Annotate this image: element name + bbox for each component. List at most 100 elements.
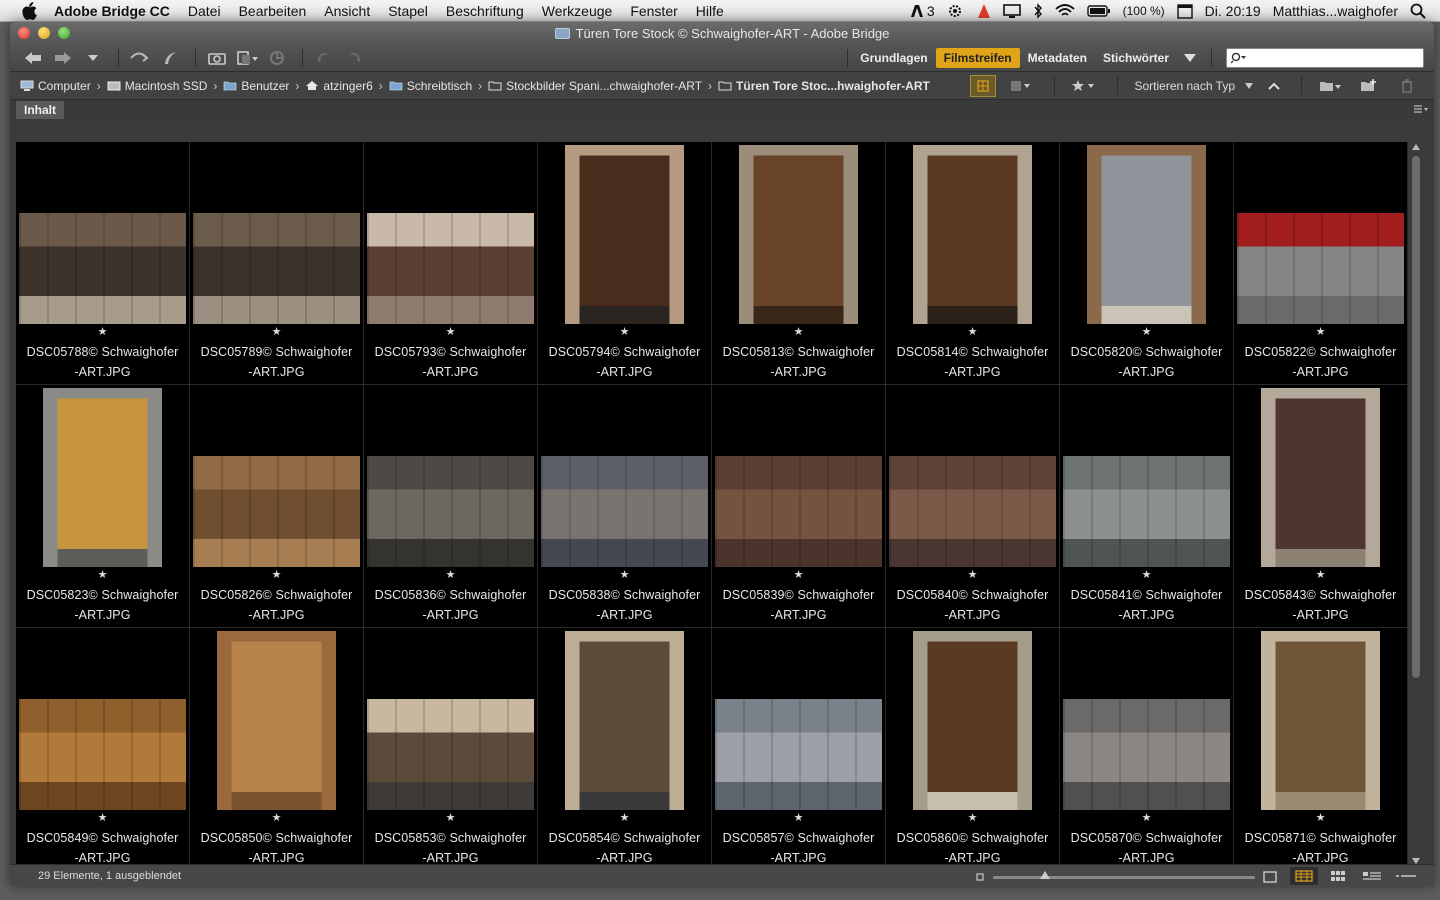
title-bar[interactable]: Türen Tore Stock © Schwaighofer-ART - Ad… bbox=[10, 22, 1434, 44]
chevron-right-icon[interactable]: › bbox=[708, 79, 712, 93]
thumbnail-filename[interactable]: DSC05820© Schwaighofer -ART.JPG bbox=[1060, 342, 1233, 382]
rating-star-icon[interactable]: ★ bbox=[1234, 812, 1407, 824]
user-name[interactable]: Matthias...waighofer bbox=[1273, 3, 1398, 19]
door-photo-thumbnail[interactable] bbox=[913, 631, 1032, 810]
thumbnail-cell[interactable]: ★ DSC05788© Schwaighofer -ART.JPG bbox=[16, 142, 190, 385]
thumbnail-filename[interactable]: DSC05854© Schwaighofer -ART.JPG bbox=[538, 828, 711, 868]
chevron-right-icon[interactable]: › bbox=[213, 79, 217, 93]
thumbnail-size-slider[interactable] bbox=[993, 870, 1255, 879]
door-photo-thumbnail[interactable] bbox=[1261, 388, 1380, 567]
battery-icon[interactable] bbox=[1086, 3, 1111, 19]
history-dropdown-icon[interactable] bbox=[80, 47, 106, 69]
open-recent-folder-icon[interactable] bbox=[1318, 75, 1344, 97]
filter-rating-star-icon[interactable] bbox=[1071, 75, 1097, 97]
new-folder-icon[interactable] bbox=[1356, 75, 1382, 97]
thumbnail-cell[interactable]: ★ DSC05841© Schwaighofer -ART.JPG bbox=[1060, 385, 1234, 628]
door-photo-thumbnail[interactable] bbox=[1063, 699, 1230, 810]
thumbnail-filename[interactable]: DSC05793© Schwaighofer -ART.JPG bbox=[364, 342, 537, 382]
rating-star-icon[interactable]: ★ bbox=[16, 326, 189, 338]
breadcrumb-benutzer[interactable]: Benutzer bbox=[223, 79, 289, 93]
chevron-right-icon[interactable]: › bbox=[379, 79, 383, 93]
refine-dropdown-icon[interactable] bbox=[234, 47, 260, 69]
thumbnail-filename[interactable]: DSC05839© Schwaighofer -ART.JPG bbox=[712, 585, 885, 625]
thumbnail-filename[interactable]: DSC05849© Schwaighofer -ART.JPG bbox=[16, 828, 189, 868]
chevron-right-icon[interactable]: › bbox=[478, 79, 482, 93]
door-photo-thumbnail[interactable] bbox=[367, 699, 534, 810]
forward-button[interactable] bbox=[50, 47, 76, 69]
thumbnail-cell[interactable]: ★ DSC05826© Schwaighofer -ART.JPG bbox=[190, 385, 364, 628]
breadcrumb-computer[interactable]: Computer bbox=[20, 79, 91, 93]
workspace-more-dropdown-icon[interactable] bbox=[1177, 47, 1203, 69]
rotate-left-icon[interactable] bbox=[311, 47, 337, 69]
thumbnail-cell[interactable]: ★ DSC05870© Schwaighofer -ART.JPG bbox=[1060, 628, 1234, 868]
rating-star-icon[interactable]: ★ bbox=[16, 569, 189, 581]
thumbnail-filename[interactable]: DSC05789© Schwaighofer -ART.JPG bbox=[190, 342, 363, 382]
scroll-up-icon[interactable] bbox=[1412, 144, 1420, 150]
thumbnail-filename[interactable]: DSC05841© Schwaighofer -ART.JPG bbox=[1060, 585, 1233, 625]
list-view-icon[interactable] bbox=[1392, 867, 1420, 885]
close-window-button[interactable] bbox=[18, 27, 30, 39]
grid-view-locked-icon[interactable] bbox=[1290, 867, 1318, 885]
sort-ascending-icon[interactable] bbox=[1267, 75, 1281, 97]
search-input[interactable] bbox=[1251, 51, 1411, 64]
thumbnail-cell[interactable]: ★ DSC05850© Schwaighofer -ART.JPG bbox=[190, 628, 364, 868]
thumbnail-filename[interactable]: DSC05871© Schwaighofer -ART.JPG bbox=[1234, 828, 1407, 868]
rating-star-icon[interactable]: ★ bbox=[190, 326, 363, 338]
menu-bearbeiten[interactable]: Bearbeiten bbox=[239, 3, 307, 19]
thumbnail-filename[interactable]: DSC05826© Schwaighofer -ART.JPG bbox=[190, 585, 363, 625]
thumbnail-cell[interactable]: ★ DSC05857© Schwaighofer -ART.JPG bbox=[712, 628, 886, 868]
thumbnail-quality-dropdown-icon[interactable] bbox=[1008, 75, 1034, 97]
door-photo-thumbnail[interactable] bbox=[565, 631, 684, 810]
door-photo-thumbnail[interactable] bbox=[19, 699, 186, 810]
rating-star-icon[interactable]: ★ bbox=[712, 569, 885, 581]
thumbnail-cell[interactable]: ★ DSC05789© Schwaighofer -ART.JPG bbox=[190, 142, 364, 385]
door-photo-thumbnail[interactable] bbox=[715, 699, 882, 810]
rating-star-icon[interactable]: ★ bbox=[190, 569, 363, 581]
rating-star-icon[interactable]: ★ bbox=[538, 812, 711, 824]
apple-icon[interactable] bbox=[18, 1, 40, 20]
door-photo-thumbnail[interactable] bbox=[541, 456, 708, 567]
door-photo-thumbnail[interactable] bbox=[193, 456, 360, 567]
door-photo-thumbnail[interactable] bbox=[43, 388, 162, 567]
door-photo-thumbnail[interactable] bbox=[739, 145, 858, 324]
rating-star-icon[interactable]: ★ bbox=[886, 569, 1059, 581]
thumbnail-cell[interactable]: ★ DSC05840© Schwaighofer -ART.JPG bbox=[886, 385, 1060, 628]
thumbnail-cell[interactable]: ★ DSC05849© Schwaighofer -ART.JPG bbox=[16, 628, 190, 868]
rating-star-icon[interactable]: ★ bbox=[190, 812, 363, 824]
breadcrumb-home[interactable]: atzinger6 bbox=[305, 79, 373, 93]
thumbnail-view-icon[interactable] bbox=[1324, 867, 1352, 885]
trash-icon[interactable] bbox=[1394, 75, 1420, 97]
quality-thumbnail-icon[interactable] bbox=[970, 74, 997, 97]
door-photo-thumbnail[interactable] bbox=[1237, 213, 1404, 324]
chevron-right-icon[interactable]: › bbox=[295, 79, 299, 93]
thumbnail-cell[interactable]: ★ DSC05823© Schwaighofer -ART.JPG bbox=[16, 385, 190, 628]
thumbnail-cell[interactable]: ★ DSC05843© Schwaighofer -ART.JPG bbox=[1234, 385, 1408, 628]
breadcrumb-macintosh-ssd[interactable]: Macintosh SSD bbox=[107, 79, 207, 93]
thumbnail-filename[interactable]: DSC05850© Schwaighofer -ART.JPG bbox=[190, 828, 363, 868]
rating-star-icon[interactable]: ★ bbox=[1060, 812, 1233, 824]
door-photo-thumbnail[interactable] bbox=[19, 213, 186, 324]
thumbnail-filename[interactable]: DSC05870© Schwaighofer -ART.JPG bbox=[1060, 828, 1233, 868]
workspace-metadaten[interactable]: Metadaten bbox=[1020, 48, 1095, 68]
door-photo-thumbnail[interactable] bbox=[1063, 456, 1230, 567]
alert-cone-icon[interactable] bbox=[977, 3, 991, 19]
boomerang-icon[interactable] bbox=[157, 47, 183, 69]
rating-star-icon[interactable]: ★ bbox=[886, 326, 1059, 338]
workspace-grundlagen[interactable]: Grundlagen bbox=[852, 48, 935, 68]
back-button[interactable] bbox=[20, 47, 46, 69]
thumbnail-cell[interactable]: ★ DSC05822© Schwaighofer -ART.JPG bbox=[1234, 142, 1408, 385]
thumbnail-filename[interactable]: DSC05840© Schwaighofer -ART.JPG bbox=[886, 585, 1059, 625]
door-photo-thumbnail[interactable] bbox=[367, 213, 534, 324]
wifi-icon[interactable] bbox=[1055, 3, 1075, 19]
thumbnail-filename[interactable]: DSC05836© Schwaighofer -ART.JPG bbox=[364, 585, 537, 625]
door-photo-thumbnail[interactable] bbox=[217, 631, 336, 810]
thumbnail-cell[interactable]: ★ DSC05836© Schwaighofer -ART.JPG bbox=[364, 385, 538, 628]
slider-knob[interactable] bbox=[1040, 870, 1051, 879]
thumbnail-filename[interactable]: DSC05788© Schwaighofer -ART.JPG bbox=[16, 342, 189, 382]
thumbnail-cell[interactable]: ★ DSC05793© Schwaighofer -ART.JPG bbox=[364, 142, 538, 385]
large-thumbnail-icon[interactable] bbox=[1263, 871, 1277, 883]
menu-fenster[interactable]: Fenster bbox=[630, 3, 677, 19]
vertical-scrollbar[interactable] bbox=[1409, 142, 1423, 868]
thumbnail-filename[interactable]: DSC05853© Schwaighofer -ART.JPG bbox=[364, 828, 537, 868]
app-menu[interactable]: Adobe Bridge CC bbox=[54, 3, 170, 19]
